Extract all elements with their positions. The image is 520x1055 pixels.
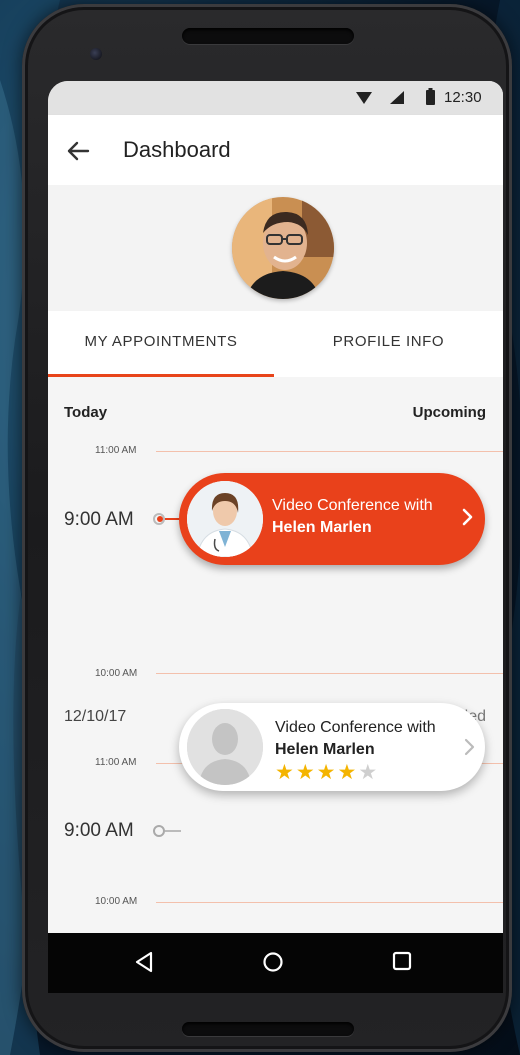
timeline-dot-fill (157, 516, 163, 522)
star-filled-icon: ★ (337, 761, 357, 784)
timeline-dot (153, 825, 165, 837)
screen: 12:30 Dashboard MY APPOINTMENTS PROFILE … (48, 81, 503, 993)
chevron-right-icon (464, 738, 475, 756)
nav-back-icon[interactable] (134, 951, 154, 973)
star-empty-icon: ★ (358, 761, 378, 784)
tab-profile-info[interactable]: PROFILE INFO (274, 311, 503, 375)
page-title: Dashboard (123, 137, 231, 162)
wifi-icon (356, 92, 372, 104)
battery-icon (426, 88, 435, 105)
tab-bar: MY APPOINTMENTS PROFILE INFO (48, 311, 503, 379)
tick-label: 10:00 AM (95, 668, 138, 679)
user-avatar-image (232, 197, 334, 299)
status-bar: 12:30 (48, 81, 503, 115)
front-camera (90, 48, 102, 60)
appointment-time: 9:00 AM (64, 820, 134, 841)
appointment-card-upcoming[interactable]: Video Conference with Helen Marlen (179, 473, 485, 565)
star-filled-icon: ★ (275, 761, 294, 784)
chevron-right-icon (462, 508, 473, 526)
appointment-time: 9:00 AM (64, 509, 134, 530)
tick-line (156, 673, 503, 674)
tick-label: 11:00 AM (95, 757, 137, 768)
star-filled-icon: ★ (295, 761, 315, 784)
appointments-timeline: Today Upcoming 11:00 AM 9:00 AM Video Co… (48, 377, 503, 993)
app-bar: Dashboard (48, 115, 503, 185)
section-date-past: 12/10/17 (64, 708, 127, 725)
person-placeholder-icon (187, 709, 263, 785)
section-status-upcoming: Upcoming (412, 404, 486, 421)
placeholder-avatar (187, 709, 263, 785)
appointment-person: Helen Marlen (275, 741, 375, 758)
appointment-person: Helen Marlen (272, 519, 372, 536)
appointment-text: Video Conference with Helen Marlen (272, 495, 433, 539)
appointment-title: Video Conference with (275, 719, 436, 736)
android-nav-bar (48, 933, 503, 993)
rating-stars: ★★★★★ (275, 761, 379, 784)
tick-label: 11:00 AM (95, 445, 137, 456)
tick-label: 10:00 AM (95, 896, 138, 907)
tick-line (156, 451, 503, 452)
user-avatar[interactable] (232, 197, 334, 299)
earpiece-speaker (182, 28, 354, 44)
tab-my-appointments[interactable]: MY APPOINTMENTS (48, 311, 274, 375)
nav-recent-icon[interactable] (392, 951, 412, 971)
appointment-title: Video Conference with (272, 497, 433, 514)
signal-icon (390, 91, 404, 104)
star-filled-icon: ★ (316, 761, 336, 784)
timeline-connector (165, 830, 181, 832)
appointment-card-ended[interactable]: Video Conference with Helen Marlen ★★★★★ (179, 703, 485, 791)
appointment-text: Video Conference with Helen Marlen (275, 717, 436, 761)
back-arrow-icon[interactable] (64, 137, 92, 165)
doctor-avatar-image (187, 481, 263, 557)
section-date-today: Today (64, 404, 108, 421)
doctor-avatar (187, 481, 263, 557)
nav-home-icon[interactable] (262, 951, 284, 973)
bottom-speaker (182, 1022, 354, 1036)
status-time: 12:30 (444, 89, 482, 106)
tick-line (156, 902, 503, 903)
